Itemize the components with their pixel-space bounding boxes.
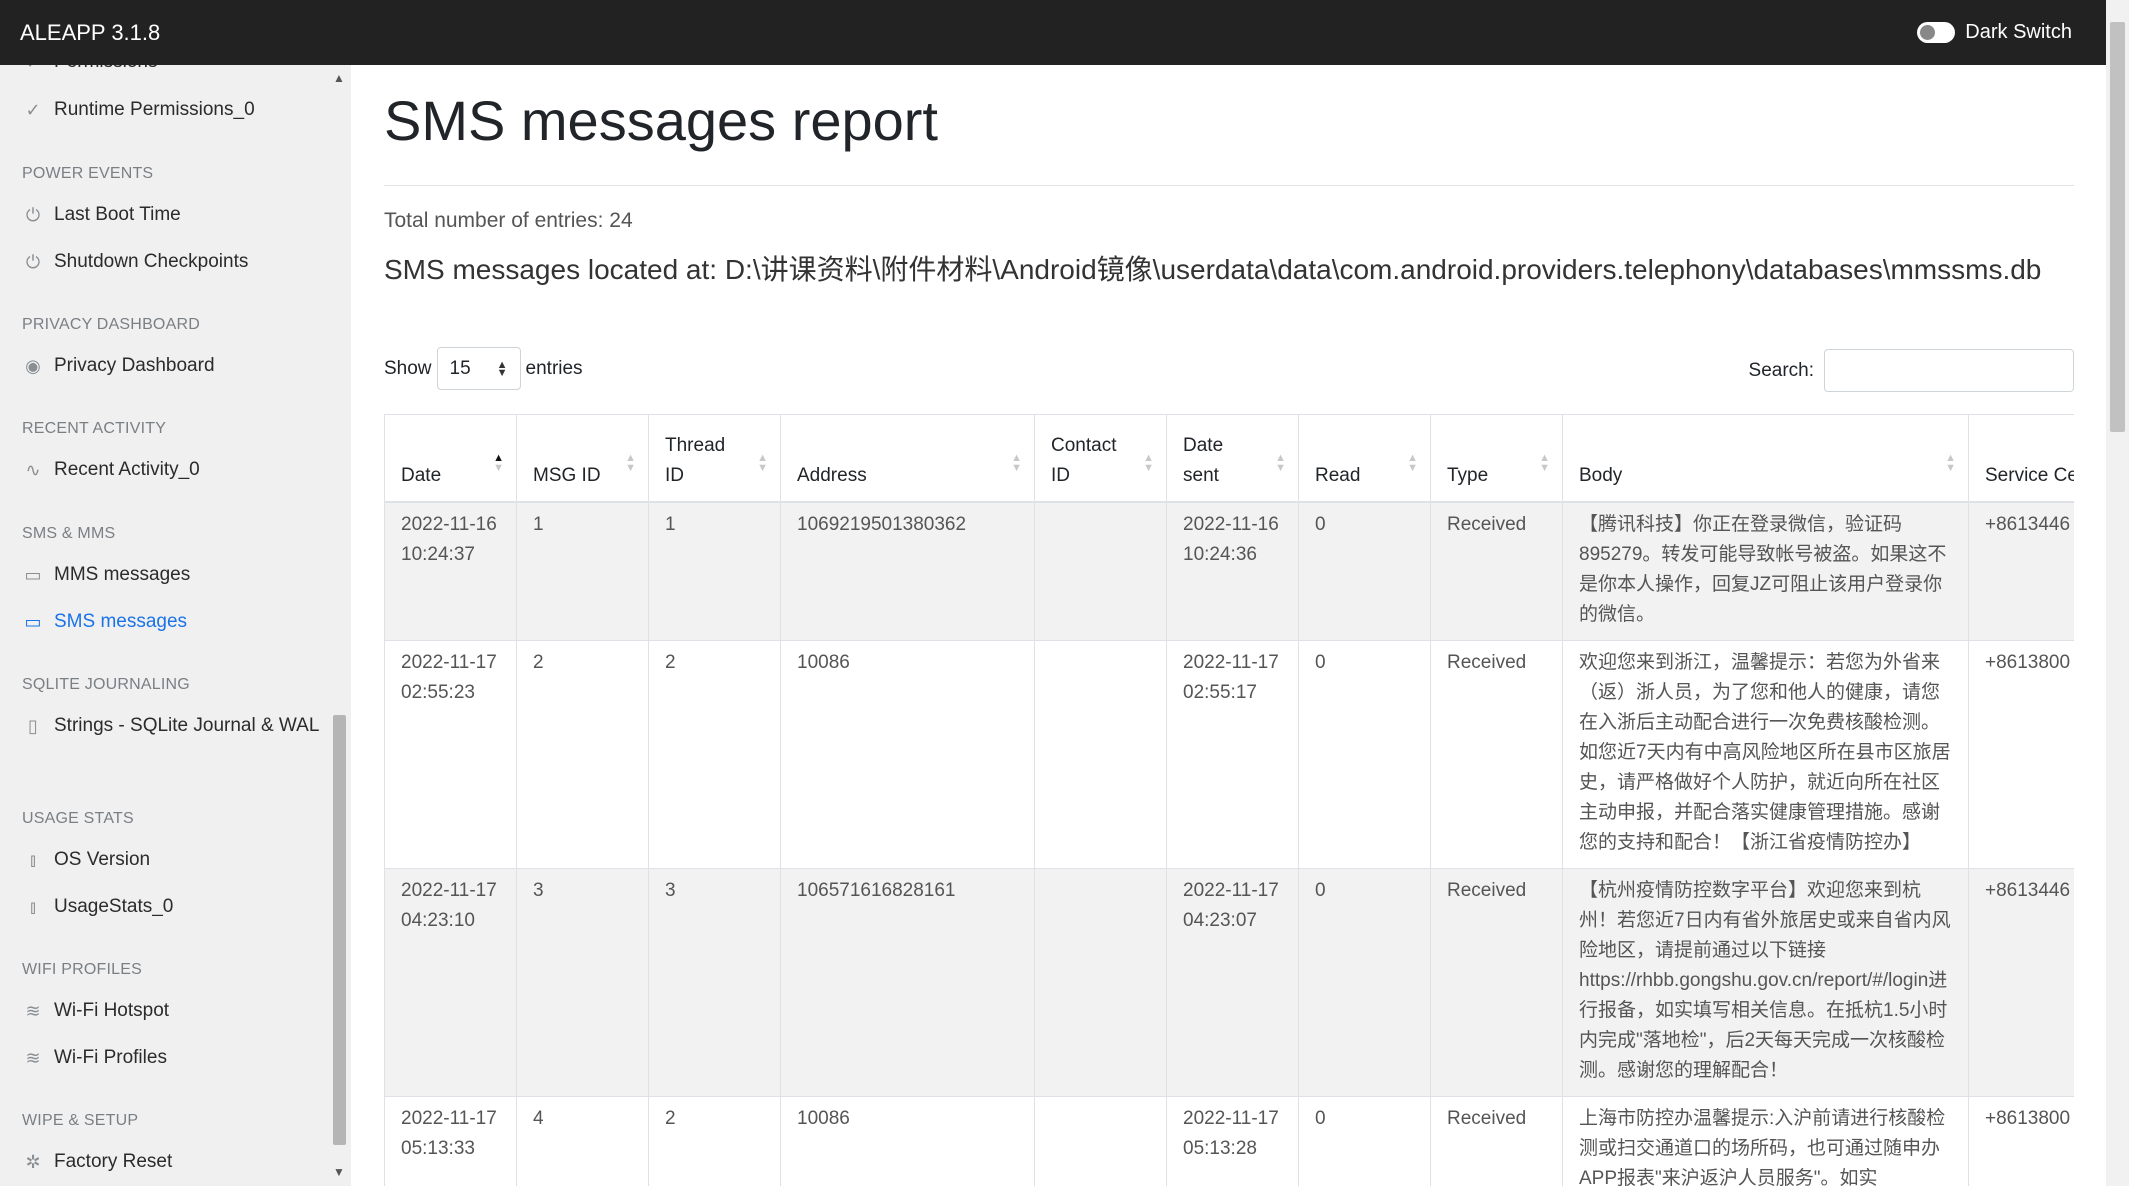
sort-icon: ▲ ▼: [1011, 451, 1022, 474]
sidebar: ✓ Permissions ✓ Runtime Permissions_0 PO…: [0, 65, 351, 1186]
wifi-icon: ≋: [25, 1047, 41, 1068]
sidebar-item-recent-activity[interactable]: ∿ Recent Activity_0: [22, 455, 199, 484]
bar-chart-icon: ⫾: [30, 849, 36, 870]
wifi-icon: ≋: [25, 1000, 41, 1021]
sidebar-scrollbar-thumb[interactable]: [333, 715, 346, 1145]
sidebar-item-factory-reset[interactable]: ✲ Factory Reset: [22, 1147, 172, 1176]
sidebar-item-wifi-profiles[interactable]: ≋ Wi-Fi Profiles: [22, 1043, 167, 1072]
search-input[interactable]: [1824, 349, 2074, 392]
sidebar-heading-recent-activity: RECENT ACTIVITY: [22, 420, 167, 437]
col-date-sent[interactable]: Date sent ▲ ▼: [1166, 414, 1299, 503]
dark-switch[interactable]: Dark Switch: [1917, 21, 2072, 44]
sidebar-scrollbar[interactable]: ▲ ▼: [328, 65, 351, 1186]
col-read[interactable]: Read ▲ ▼: [1298, 414, 1431, 503]
sidebar-item-strings-sqlite[interactable]: ▯ Strings - SQLite Journal & WAL: [22, 711, 324, 740]
loader-icon: ✲: [25, 1151, 41, 1172]
main-content: SMS messages report Total number of entr…: [384, 65, 2074, 1186]
total-entries: Total number of entries: 24: [384, 209, 633, 232]
col-address[interactable]: Address ▲ ▼: [780, 414, 1035, 503]
sort-icon: ▲ ▼: [1143, 451, 1154, 474]
page-scrollbar-thumb[interactable]: [2110, 22, 2125, 432]
sort-icon: ▲ ▼: [493, 451, 504, 474]
sidebar-item-sms-messages[interactable]: ▭ SMS messages: [22, 607, 187, 636]
sidebar-item-runtime-permissions[interactable]: ✓ Runtime Permissions_0: [22, 95, 254, 124]
book-open-icon: ▯: [28, 715, 38, 736]
sidebar-item-privacy-dashboard[interactable]: ◉ Privacy Dashboard: [22, 351, 214, 380]
scroll-up-arrow-icon[interactable]: ▲: [333, 71, 345, 85]
col-type[interactable]: Type ▲ ▼: [1430, 414, 1563, 503]
sidebar-item-usagestats[interactable]: ⫾ UsageStats_0: [22, 892, 173, 921]
search: Search:: [1749, 349, 2074, 392]
entries-select[interactable]: 15 ▲ ▼: [436, 347, 521, 390]
sidebar-heading-privacy-dashboard: PRIVACY DASHBOARD: [22, 316, 200, 333]
sort-icon: ▲ ▼: [1945, 451, 1956, 474]
sort-icon: ▲ ▼: [757, 451, 768, 474]
sidebar-heading-power-events: POWER EVENTS: [22, 165, 154, 182]
check-icon: ✓: [25, 99, 41, 120]
col-thread-id[interactable]: Thread ID ▲ ▼: [648, 414, 781, 503]
sidebar-item-permissions[interactable]: ✓ Permissions: [22, 65, 157, 76]
sort-icon: ▲ ▼: [625, 451, 636, 474]
sidebar-heading-sqlite-journaling: SQLITE JOURNALING: [22, 676, 190, 693]
sms-table: Date ▲ ▼ MSG ID ▲ ▼ Thread ID ▲ ▼ Address ▲ ▼ Co…: [384, 414, 2074, 1186]
divider: [384, 185, 2074, 186]
scroll-down-arrow-icon[interactable]: ▼: [333, 1165, 345, 1179]
source-path: SMS messages located at: D:\讲课资料\附件材料\An…: [384, 254, 2042, 285]
sidebar-heading-usage-stats: USAGE STATS: [22, 810, 134, 827]
sidebar-heading-sms-mms: SMS & MMS: [22, 525, 116, 542]
page-title: SMS messages report: [384, 89, 938, 152]
sidebar-heading-wipe-setup: WIPE & SETUP: [22, 1112, 139, 1129]
sort-icon: ▲ ▼: [1407, 451, 1418, 474]
eye-icon: ◉: [25, 355, 41, 376]
col-date[interactable]: Date ▲ ▼: [384, 414, 517, 503]
toggle-switch[interactable]: [1917, 22, 1956, 43]
table-container: Date ▲ ▼ MSG ID ▲ ▼ Thread ID ▲ ▼ Address ▲ ▼ Co…: [384, 414, 2074, 1186]
message-square-icon: ▭: [24, 611, 42, 632]
table-row: 2022-11-17 04:23:10 3 3 106571616828161 …: [384, 867, 2074, 1097]
sidebar-item-mms-messages[interactable]: ▭ MMS messages: [22, 560, 190, 589]
sort-icon: ▲ ▼: [1275, 451, 1286, 474]
sidebar-item-wifi-hotspot[interactable]: ≋ Wi-Fi Hotspot: [22, 996, 169, 1025]
sidebar-item-shutdown-checkpoints[interactable]: ⏻ Shutdown Checkpoints: [22, 247, 248, 276]
dark-switch-label: Dark Switch: [1965, 21, 2072, 43]
table-header-row: Date ▲ ▼ MSG ID ▲ ▼ Thread ID ▲ ▼ Address ▲ ▼ Co…: [384, 414, 2074, 503]
col-msg-id[interactable]: MSG ID ▲ ▼: [516, 414, 649, 503]
show-entries: Show 15 ▲ ▼ entries: [384, 347, 583, 390]
top-navbar: ALEAPP 3.1.8 Dark Switch: [0, 0, 2106, 65]
col-service-center[interactable]: Service Ce: [1968, 414, 2074, 503]
check-icon: ✓: [22, 65, 44, 73]
power-icon: ⏻: [25, 204, 41, 225]
sidebar-heading-wifi-profiles: WIFI PROFILES: [22, 961, 142, 978]
message-square-icon: ▭: [24, 564, 42, 585]
sidebar-item-os-version[interactable]: ⫾ OS Version: [22, 845, 150, 874]
page-scrollbar[interactable]: [2106, 0, 2129, 1186]
table-row: 2022-11-17 05:13:33 4 2 10086 2022-11-17…: [384, 1095, 2074, 1186]
activity-icon: ∿: [25, 459, 41, 480]
sidebar-item-last-boot-time[interactable]: ⏻ Last Boot Time: [22, 200, 181, 229]
table-row: 2022-11-17 02:55:23 2 2 10086 2022-11-17…: [384, 639, 2074, 869]
app-brand[interactable]: ALEAPP 3.1.8: [20, 20, 160, 46]
power-icon: ⏻: [25, 251, 41, 272]
sort-icon: ▲ ▼: [1539, 451, 1550, 474]
col-contact-id[interactable]: Contact ID ▲ ▼: [1034, 414, 1167, 503]
select-arrows-icon: ▲ ▼: [496, 358, 508, 379]
col-body[interactable]: Body ▲ ▼: [1562, 414, 1969, 503]
table-row: 2022-11-16 10:24:37 1 1 1069219501380362…: [384, 501, 2074, 641]
bar-chart-icon: ⫾: [30, 896, 36, 917]
